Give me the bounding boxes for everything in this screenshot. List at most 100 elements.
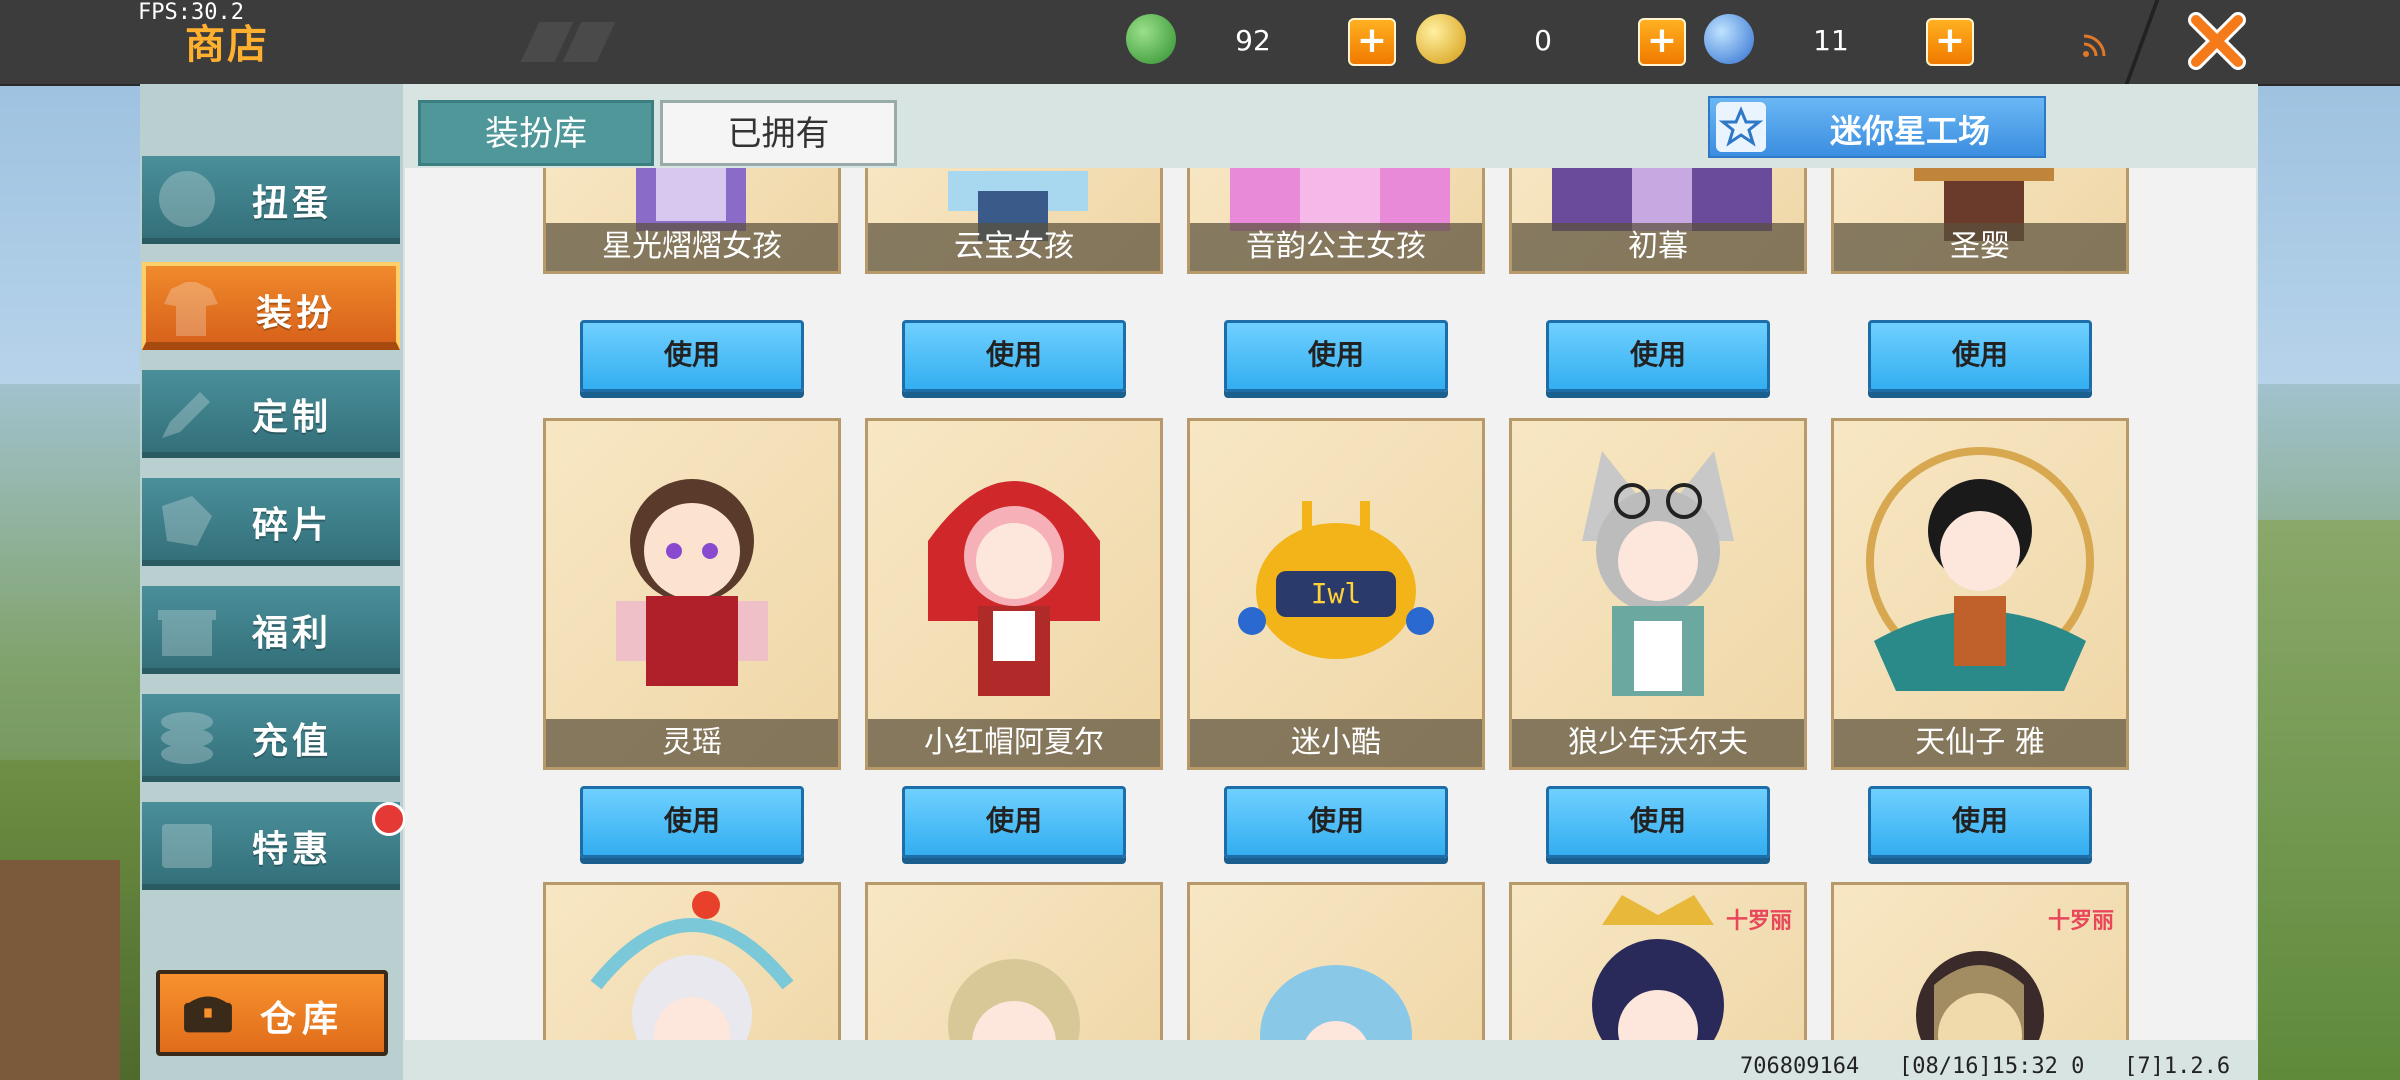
warehouse-label: 仓库 bbox=[260, 999, 345, 1040]
outfit-thumbnail bbox=[1260, 965, 1412, 1040]
outfit-thumbnail bbox=[616, 479, 768, 686]
sidebar-item-label: 特惠 bbox=[252, 829, 333, 870]
signal-icon bbox=[2083, 34, 2106, 57]
sidebar-item-outfit[interactable]: 装扮 bbox=[142, 262, 400, 350]
sidebar-item-custom[interactable]: 定制 bbox=[142, 370, 400, 458]
outfit-name: 天仙子 雅 bbox=[1834, 719, 2126, 767]
outfit-thumbnail bbox=[590, 891, 794, 1040]
use-button[interactable]: 使用 bbox=[1224, 786, 1448, 858]
mini-workshop-button[interactable]: 迷你星工场 bbox=[1708, 96, 2046, 158]
outfit-thumbnail bbox=[948, 959, 1080, 1040]
tab-owned[interactable]: 已拥有 bbox=[660, 100, 897, 166]
use-button[interactable]: 使用 bbox=[1224, 320, 1448, 392]
mini-bean-icon bbox=[1126, 14, 1176, 64]
outfit-card[interactable]: 云宝女孩 bbox=[865, 168, 1163, 274]
use-button[interactable]: 使用 bbox=[1868, 320, 2092, 392]
outfit-card[interactable]: 灵瑶 bbox=[543, 418, 841, 770]
close-icon[interactable] bbox=[2182, 6, 2252, 76]
outfit-name: 星光熠熠女孩 bbox=[546, 223, 838, 271]
workshop-label: 迷你星工场 bbox=[1830, 112, 1991, 150]
outfit-thumbnail bbox=[928, 481, 1100, 696]
outfit-name: 迷小酷 bbox=[1190, 719, 1482, 767]
outfit-thumbnail: Iwl bbox=[1238, 501, 1434, 659]
outfit-name: 初暮 bbox=[1512, 223, 1804, 271]
background-block-left bbox=[0, 860, 120, 1080]
currency-mini-coin: 0 + bbox=[1416, 14, 1696, 70]
outfit-card[interactable]: 狼少年沃尔夫 bbox=[1509, 418, 1807, 770]
outfit-grid: 星光熠熠女孩 云宝女孩 音韵公主女孩 初暮 圣婴 使用 使用 使用 使用 使用 bbox=[405, 168, 2256, 1040]
decor-stripe bbox=[562, 22, 616, 62]
timestamp: [08/16]15:32 0 bbox=[1898, 1054, 2085, 1079]
background-hill-right bbox=[2258, 520, 2400, 1080]
currency-value: 92 bbox=[1235, 24, 1271, 57]
sidebar-item-label: 充值 bbox=[252, 721, 333, 762]
use-button[interactable]: 使用 bbox=[902, 320, 1126, 392]
brand-tag: 十罗丽 bbox=[1725, 909, 1792, 934]
currency-mini-bean: 92 + bbox=[1126, 14, 1406, 70]
outfit-card[interactable]: 初暮 bbox=[1509, 168, 1807, 274]
page-title: 商店 bbox=[185, 22, 269, 68]
outfit-card[interactable]: 圣婴 bbox=[1831, 168, 2129, 274]
outfit-card[interactable] bbox=[543, 882, 841, 1040]
notification-badge bbox=[372, 802, 406, 836]
use-button[interactable]: 使用 bbox=[580, 786, 804, 858]
currency-star-coin: 11 + bbox=[1704, 14, 1984, 70]
outfit-card[interactable]: 小红帽阿夏尔 bbox=[865, 418, 1163, 770]
tab-outfit-library[interactable]: 装扮库 bbox=[418, 100, 654, 166]
outfit-name: 音韵公主女孩 bbox=[1190, 223, 1482, 271]
outfit-name: 云宝女孩 bbox=[868, 223, 1160, 271]
sidebar-item-welfare[interactable]: 福利 bbox=[142, 586, 400, 674]
outfit-card[interactable]: 十罗丽 bbox=[1509, 882, 1807, 1040]
star-icon bbox=[1716, 102, 1766, 152]
sidebar-item-label: 福利 bbox=[252, 613, 333, 654]
outfit-thumbnail bbox=[1582, 451, 1734, 696]
version: [7]1.2.6 bbox=[2124, 1054, 2231, 1079]
outfit-card[interactable]: 星光熠熠女孩 bbox=[543, 168, 841, 274]
gift-icon bbox=[158, 610, 216, 656]
outfit-thumbnail bbox=[1866, 447, 2094, 691]
brand-tag: 十罗丽 bbox=[2047, 909, 2114, 934]
top-bar: FPS:30.2 商店 92 + 0 + 11 + bbox=[0, 0, 2400, 86]
sidebar-item-label: 扭蛋 bbox=[252, 183, 333, 224]
shirt-icon bbox=[164, 282, 218, 336]
currency-value: 11 bbox=[1813, 24, 1849, 57]
mini-coin-icon bbox=[1416, 14, 1466, 64]
outfit-card[interactable]: Iwl 迷小酷 bbox=[1187, 418, 1485, 770]
outfit-card[interactable] bbox=[1187, 882, 1485, 1040]
use-button[interactable]: 使用 bbox=[1546, 320, 1770, 392]
outfit-name: 小红帽阿夏尔 bbox=[868, 719, 1160, 767]
warehouse-button[interactable]: 仓库 bbox=[156, 970, 388, 1056]
outfit-card[interactable]: 十罗丽 bbox=[1831, 882, 2129, 1040]
use-button[interactable]: 使用 bbox=[902, 786, 1126, 858]
divider bbox=[2124, 0, 2160, 84]
footer-info: 706809164 [08/16]15:32 0 [7]1.2.6 bbox=[1740, 1054, 2230, 1079]
use-button[interactable]: 使用 bbox=[1868, 786, 2092, 858]
outfit-card[interactable]: 天仙子 雅 bbox=[1831, 418, 2129, 770]
use-button[interactable]: 使用 bbox=[1546, 786, 1770, 858]
outfit-name: 灵瑶 bbox=[546, 719, 838, 767]
sidebar-item-deals[interactable]: 特惠 bbox=[142, 802, 400, 890]
fragment-icon bbox=[162, 496, 212, 546]
outfit-card[interactable]: 音韵公主女孩 bbox=[1187, 168, 1485, 274]
add-mini-coin-button[interactable]: + bbox=[1638, 18, 1686, 66]
discount-icon bbox=[162, 824, 212, 868]
chest-icon bbox=[184, 996, 232, 1033]
sidebar-item-label: 装扮 bbox=[256, 293, 337, 334]
sidebar-item-recharge[interactable]: 充值 bbox=[142, 694, 400, 782]
sidebar-item-label: 定制 bbox=[252, 397, 333, 438]
user-id: 706809164 bbox=[1740, 1054, 1860, 1079]
outfit-card[interactable] bbox=[865, 882, 1163, 1040]
sidebar-item-fragments[interactable]: 碎片 bbox=[142, 478, 400, 566]
add-star-coin-button[interactable]: + bbox=[1926, 18, 1974, 66]
outfit-name: 狼少年沃尔夫 bbox=[1512, 719, 1804, 767]
use-button[interactable]: 使用 bbox=[580, 320, 804, 392]
pencil-icon bbox=[162, 392, 210, 438]
sidebar-item-label: 碎片 bbox=[252, 505, 333, 546]
sidebar-item-gacha[interactable]: 扭蛋 bbox=[142, 156, 400, 244]
outfit-name: 圣婴 bbox=[1834, 223, 2126, 271]
coins-icon bbox=[161, 712, 213, 764]
svg-text:Iwl: Iwl bbox=[1311, 577, 1362, 610]
add-mini-bean-button[interactable]: + bbox=[1348, 18, 1396, 66]
capsule-icon bbox=[159, 171, 215, 227]
currency-value: 0 bbox=[1534, 24, 1552, 57]
